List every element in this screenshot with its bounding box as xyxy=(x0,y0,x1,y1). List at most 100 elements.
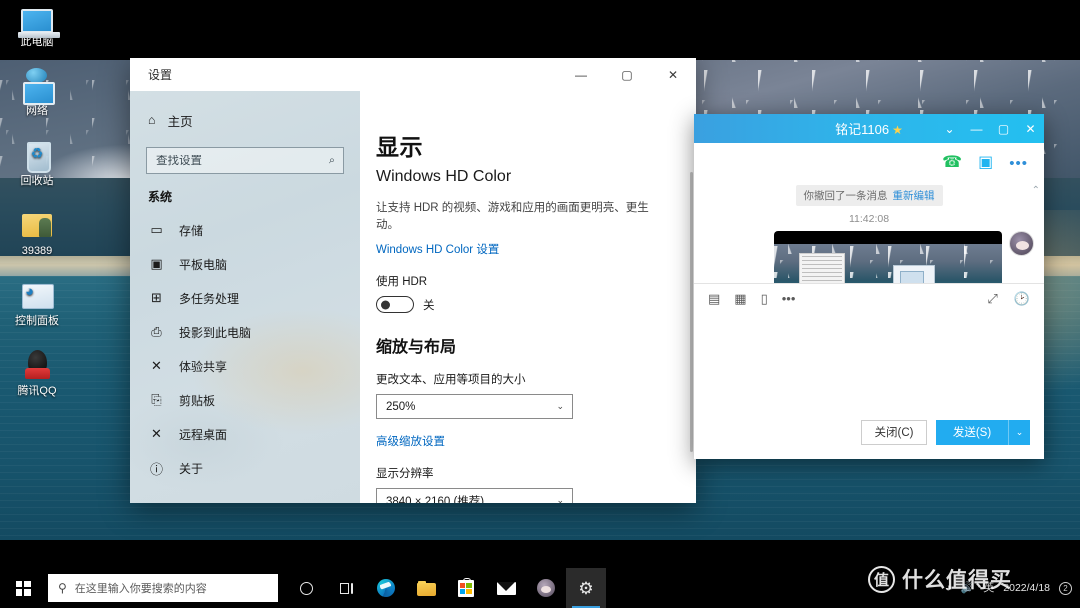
voice-call-icon[interactable]: ☎ xyxy=(942,155,962,171)
resolution-dropdown[interactable]: 3840 × 2160 (推荐) ⌄ xyxy=(376,488,573,503)
history-icon[interactable]: 🕑 xyxy=(1014,292,1030,305)
send-button-group[interactable]: 发送(S) ⌄ xyxy=(936,419,1030,445)
home-icon: ⌂ xyxy=(148,113,156,127)
desktop-icon-recycle-bin[interactable]: 回收站 xyxy=(4,138,70,188)
file-explorer-icon xyxy=(416,580,436,596)
hd-color-settings-link[interactable]: Windows HD Color 设置 xyxy=(376,241,499,257)
start-button[interactable] xyxy=(0,568,46,608)
cortana-button[interactable] xyxy=(286,568,326,608)
desktop-icon-network[interactable]: 网络 xyxy=(4,68,70,118)
microsoft-store-icon xyxy=(458,577,474,597)
microsoft-store-button[interactable] xyxy=(446,568,486,608)
advanced-scaling-link[interactable]: 高级缩放设置 xyxy=(376,433,445,449)
taskbar-search[interactable]: ⚲ 在这里输入你要搜索的内容 xyxy=(48,574,278,602)
sidebar-item-storage[interactable]: ▭ 存储 xyxy=(146,213,344,247)
taskbar-app-icons: ⚙ xyxy=(286,568,606,608)
avatar[interactable] xyxy=(1009,231,1034,256)
send-options-chevron-icon[interactable]: ⌄ xyxy=(1008,419,1030,445)
windows-logo-icon xyxy=(15,580,31,596)
settings-scroll-area[interactable]: 显示 Windows HD Color 让支持 HDR 的视频、游戏和应用的画面… xyxy=(360,128,696,503)
sidebar-item-shared-experiences[interactable]: ✕ 体验共享 xyxy=(146,349,344,383)
clock-date[interactable]: 2022/4/18 xyxy=(1003,582,1050,594)
scale-dropdown[interactable]: 250% ⌄ xyxy=(376,394,573,419)
sidebar-item-about[interactable]: ⓘ 关于 xyxy=(146,451,344,485)
volume-icon[interactable]: 🔊 xyxy=(961,582,975,594)
desktop-icon-folder[interactable]: 39389 xyxy=(4,208,70,258)
settings-window[interactable]: 设置 — ▢ ✕ ⌂ 主页 ⌕ 系统 ▭ 存储 xyxy=(130,58,696,503)
screenshot-thumbnail[interactable] xyxy=(774,231,1002,283)
qq-icon xyxy=(20,348,54,382)
send-button[interactable]: 发送(S) xyxy=(936,419,1008,445)
qq-chat-toolbar: ☎ ▣ ••• xyxy=(694,143,1044,183)
close-chat-button[interactable]: 关闭(C) xyxy=(861,419,927,445)
qq-taskbar-icon xyxy=(537,579,555,597)
qq-action-buttons: 关闭(C) 发送(S) ⌄ xyxy=(694,413,1044,459)
settings-body: ⌂ 主页 ⌕ 系统 ▭ 存储 ▣ 平板电脑 ⊞ 多任 xyxy=(130,58,696,503)
qq-taskbar-button[interactable] xyxy=(526,568,566,608)
clipboard-icon: ⎘ xyxy=(151,392,162,407)
sidebar-item-multitasking[interactable]: ⊞ 多任务处理 xyxy=(146,281,344,315)
shake-icon[interactable]: ▯ xyxy=(761,292,768,305)
sidebar-item-label: 投影到此电脑 xyxy=(179,325,252,340)
video-call-icon[interactable]: ▣ xyxy=(978,155,993,171)
sidebar-group-label: 系统 xyxy=(148,190,173,204)
search-icon: ⚲ xyxy=(58,581,67,595)
qq-message-input[interactable] xyxy=(694,313,1044,413)
settings-taskbar-button[interactable]: ⚙ xyxy=(566,568,606,608)
desktop-icon-control-panel[interactable]: 控制面板 xyxy=(4,278,70,328)
input-more-icon[interactable]: ••• xyxy=(782,292,796,305)
resolution-label: 显示分辨率 xyxy=(376,468,434,480)
settings-scrollbar[interactable] xyxy=(690,172,693,452)
settings-titlebar[interactable]: 设置 — ▢ ✕ xyxy=(130,58,696,91)
cortana-icon xyxy=(299,581,313,595)
settings-sidebar: ⌂ 主页 ⌕ 系统 ▭ 存储 ▣ 平板电脑 ⊞ 多任 xyxy=(130,91,360,503)
edge-icon xyxy=(377,579,395,597)
folder-icon xyxy=(20,208,54,242)
minimize-button[interactable]: — xyxy=(558,58,604,91)
sidebar-item-label: 剪贴板 xyxy=(179,393,216,408)
ime-indicator[interactable]: 英 xyxy=(983,582,994,594)
sidebar-item-clipboard[interactable]: ⎘ 剪贴板 xyxy=(146,383,344,417)
search-input[interactable] xyxy=(147,154,343,167)
wifi-icon[interactable]: ◕ xyxy=(945,582,952,594)
message-timestamp: 11:42:08 xyxy=(848,213,890,225)
settings-main-content: 显示 Windows HD Color 让支持 HDR 的视频、游戏和应用的画面… xyxy=(360,91,696,503)
mail-icon xyxy=(496,581,516,595)
hdr-toggle[interactable] xyxy=(376,296,414,313)
settings-search-box[interactable]: ⌕ xyxy=(146,147,344,174)
taskbar[interactable]: ⚲ 在这里输入你要搜索的内容 ⚙ ◕ 🔊 英 2022/4/18 2 xyxy=(0,568,1080,608)
qq-chat-window[interactable]: 铭记1106 ★ ⌄ — ▢ ✕ ☎ ▣ ••• ⌃ 你撤回了一条消息 重新编辑 1… xyxy=(694,114,1044,459)
image-icon[interactable]: ▦ xyxy=(734,292,746,305)
qq-chevron-button[interactable]: ⌄ xyxy=(936,114,963,143)
close-button[interactable]: ✕ xyxy=(650,58,696,91)
desktop-icon-qq[interactable]: 腾讯QQ xyxy=(4,348,70,398)
collapse-icon[interactable]: ⌃ xyxy=(1032,185,1040,196)
desktop-icon-computer[interactable]: 此电脑 xyxy=(4,6,70,49)
maximize-button[interactable]: ▢ xyxy=(604,58,650,91)
qq-minimize-button[interactable]: — xyxy=(963,114,990,143)
more-options-icon[interactable]: ••• xyxy=(1009,156,1028,171)
recall-text: 你撤回了一条消息 xyxy=(803,190,888,202)
expand-icon[interactable]: ⤢ xyxy=(987,292,997,305)
edge-button[interactable] xyxy=(366,568,406,608)
search-placeholder: 在这里输入你要搜索的内容 xyxy=(74,583,207,595)
remote-desktop-icon: ✕ xyxy=(151,426,162,441)
qq-close-button[interactable]: ✕ xyxy=(1017,114,1044,143)
toggle-knob xyxy=(381,300,390,309)
sidebar-item-project-to-pc[interactable]: ⎙ 投影到此电脑 xyxy=(146,315,344,349)
file-explorer-button[interactable] xyxy=(406,568,446,608)
qq-message-list[interactable]: ⌃ 你撤回了一条消息 重新编辑 11:42:08 xyxy=(694,183,1044,283)
qq-contact-name: 铭记1106 xyxy=(835,122,890,137)
task-view-button[interactable] xyxy=(326,568,366,608)
recall-edit-link[interactable]: 重新编辑 xyxy=(893,190,935,202)
scale-value: 250% xyxy=(386,400,416,413)
hd-color-description: 让支持 HDR 的视频、游戏和应用的画面更明亮、更生动。 xyxy=(376,202,649,231)
sidebar-item-home[interactable]: ⌂ 主页 xyxy=(148,103,344,137)
qq-maximize-button[interactable]: ▢ xyxy=(990,114,1017,143)
qq-titlebar[interactable]: 铭记1106 ★ ⌄ — ▢ ✕ xyxy=(694,114,1044,143)
mail-button[interactable] xyxy=(486,568,526,608)
file-icon[interactable]: ▤ xyxy=(708,292,720,305)
sidebar-item-tablet[interactable]: ▣ 平板电脑 xyxy=(146,247,344,281)
notification-badge[interactable]: 2 xyxy=(1059,581,1072,595)
sidebar-item-remote-desktop[interactable]: ✕ 远程桌面 xyxy=(146,417,344,451)
